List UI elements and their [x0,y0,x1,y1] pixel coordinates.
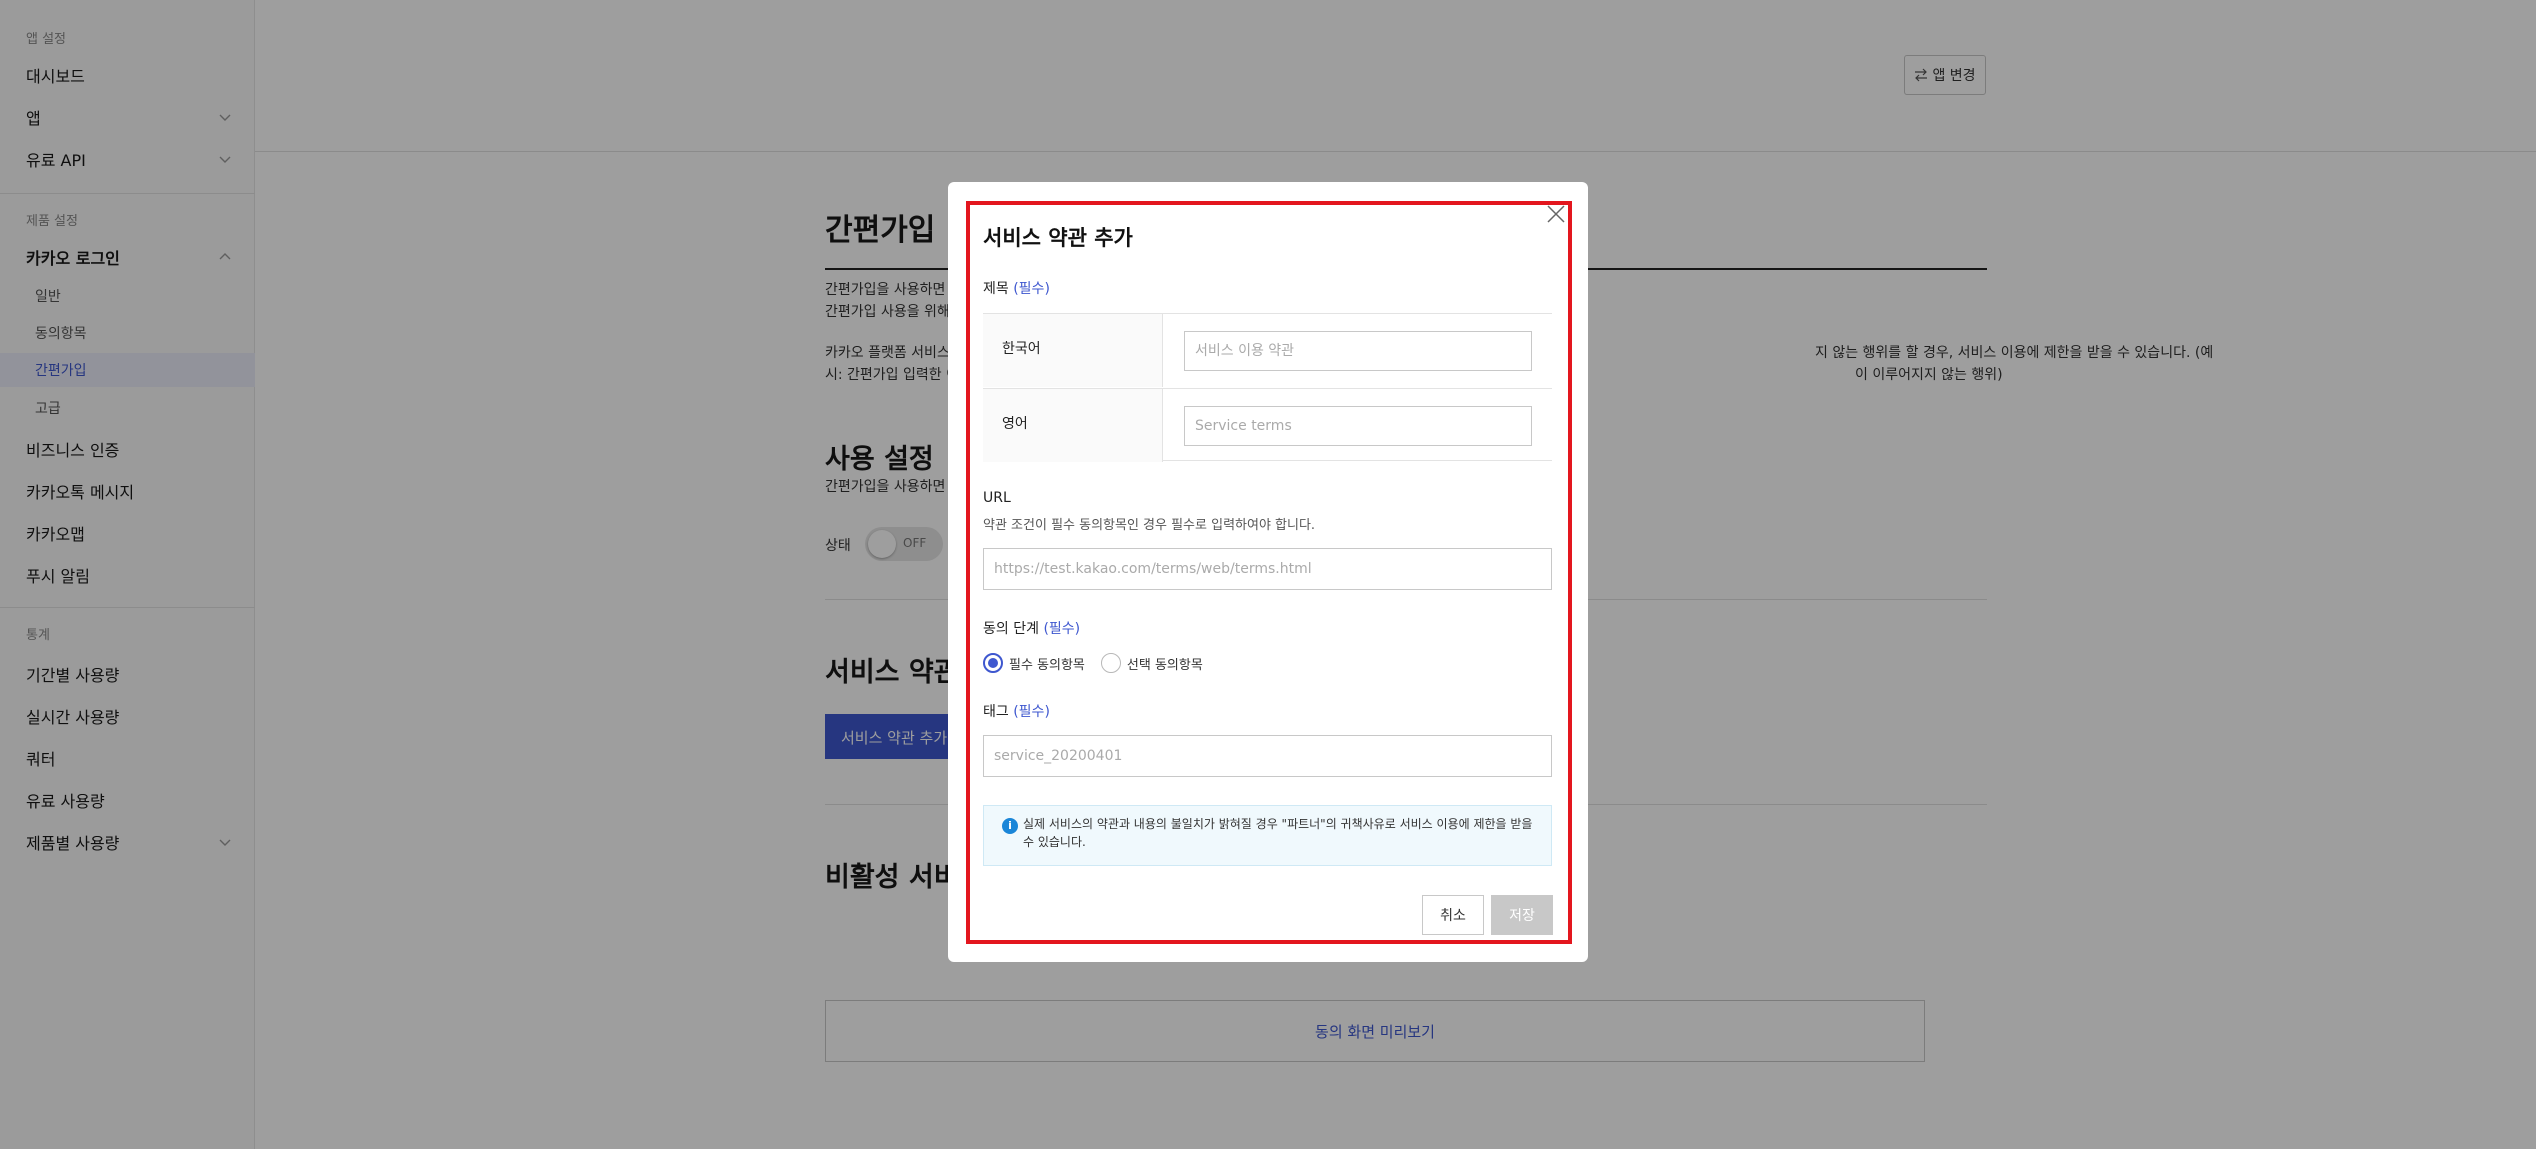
save-button[interactable]: 저장 [1491,895,1553,935]
tag-label: 태그 (필수) [983,704,1050,720]
close-icon[interactable] [1545,203,1567,225]
english-title-input[interactable] [1184,406,1532,446]
title-field-label: 제목 (필수) [983,281,1050,297]
consent-level-radio-group: 필수 동의항목 선택 동의항목 [983,652,1203,674]
title-table: 한국어 영어 [983,313,1552,462]
radio-required-label: 필수 동의항목 [1009,657,1085,673]
modal-title: 서비스 약관 추가 [983,226,1133,250]
info-icon: i [1002,818,1018,834]
radio-optional-label: 선택 동의항목 [1126,657,1203,673]
title-row-korean: 한국어 [983,314,1552,387]
english-label: 영어 [983,389,1163,462]
required-mark: (필수) [1013,704,1050,720]
url-input[interactable] [983,548,1552,590]
korean-label: 한국어 [983,314,1163,387]
notice-box: i 실제 서비스의 약관과 내용의 불일치가 밝혀질 경우 "파트너"의 귀책사… [983,805,1552,866]
url-help-text: 약관 조건이 필수 동의항목인 경우 필수로 입력하여야 합니다. [983,518,1316,533]
notice-text-line-1: 실제 서비스의 약관과 내용의 불일치가 밝혀질 경우 "파트너"의 귀책사유로… [1023,817,1533,831]
korean-title-input[interactable] [1184,331,1532,371]
url-label: URL [983,490,1011,506]
notice-text-line-2: 수 있습니다. [1023,835,1086,849]
cancel-button[interactable]: 취소 [1422,895,1484,935]
required-mark: (필수) [1043,621,1081,637]
consent-level-label: 동의 단계 (필수) [983,621,1081,637]
required-mark: (필수) [1013,281,1050,297]
radio-required-consent[interactable] [983,653,1003,673]
tag-input[interactable] [983,735,1552,777]
title-row-english: 영어 [983,388,1552,462]
radio-optional-consent[interactable] [1100,653,1121,673]
